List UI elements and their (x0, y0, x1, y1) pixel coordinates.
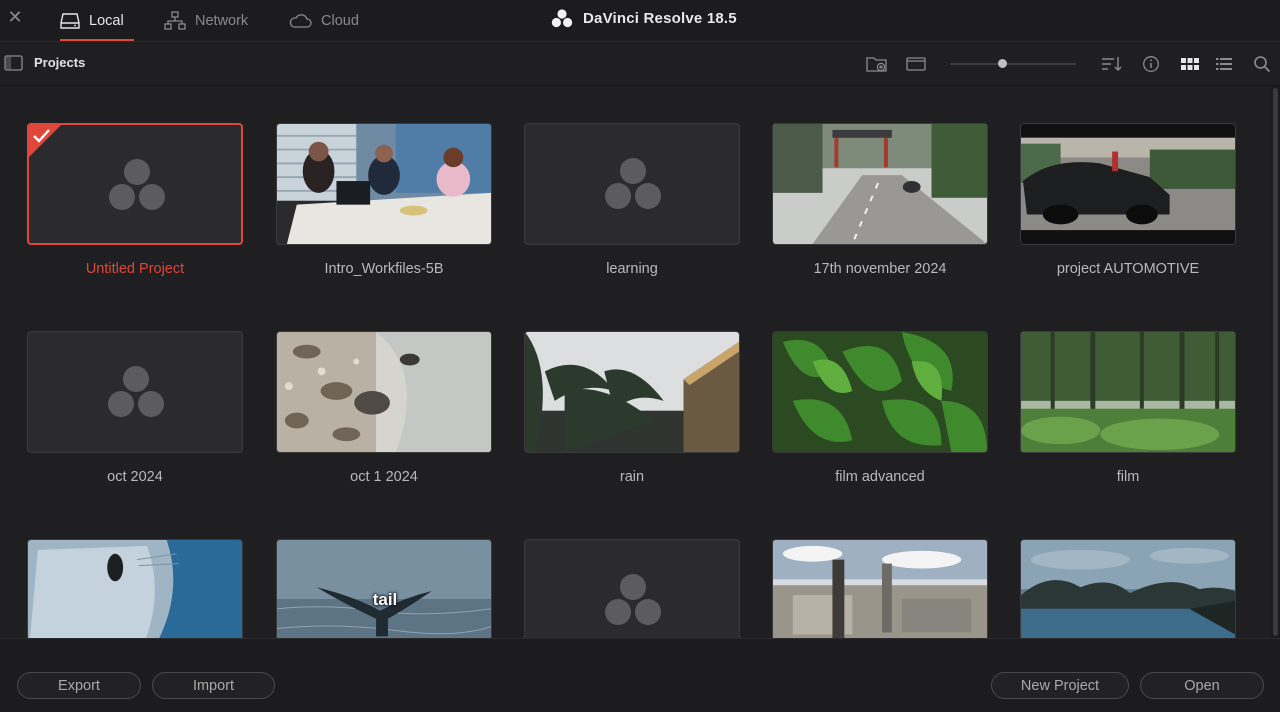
project-thumbnail[interactable] (772, 539, 988, 638)
davinci-logo-icon (551, 9, 573, 28)
grid-view-icon (1181, 58, 1199, 70)
project-thumbnail[interactable] (1020, 123, 1236, 245)
whale-tail-thumbnail-image (277, 540, 491, 638)
open-button[interactable]: Open (1140, 672, 1264, 699)
sort-icon (1102, 57, 1122, 71)
info-icon (1143, 56, 1159, 72)
new-folder-button[interactable] (866, 53, 888, 75)
seal-thumbnail-image (28, 540, 242, 638)
project-name: rain (619, 469, 645, 485)
leaves-thumbnail-image (773, 332, 987, 452)
bay-thumbnail-image (1021, 540, 1235, 638)
cloud-icon (289, 13, 312, 28)
project-name: learning (606, 261, 658, 277)
tab-cloud[interactable]: Cloud (288, 0, 359, 41)
project-name: film (1116, 469, 1140, 485)
selected-check-icon (29, 125, 61, 157)
thumbnail-caption: tail (372, 590, 398, 609)
zoom-slider-handle[interactable] (998, 59, 1007, 68)
street-thumbnail-image (773, 124, 987, 244)
project-thumbnail[interactable] (524, 123, 740, 245)
footer-bar: Export Import New Project Open (0, 638, 1280, 712)
sidebar-toggle-icon[interactable] (4, 55, 24, 71)
scrollbar-thumb[interactable] (1273, 88, 1278, 636)
hard-drive-icon (60, 12, 80, 29)
thumbnail-zoom-slider[interactable] (950, 59, 1076, 68)
project-placeholder-logo-icon (605, 158, 661, 209)
project-thumbnail[interactable] (276, 331, 492, 453)
project-thumbnail[interactable] (524, 539, 740, 638)
project-grid: Untitled Project Intro_Workfiles-5B learni… (0, 86, 1270, 638)
project-thumbnail[interactable] (772, 331, 988, 453)
tab-network[interactable]: Network (164, 0, 248, 41)
tab-label: Network (195, 12, 249, 29)
project-name: project AUTOMOTIVE (1056, 261, 1200, 277)
project-placeholder-logo-icon (605, 574, 661, 625)
network-icon (164, 10, 186, 30)
ruins-thumbnail-image (773, 540, 987, 638)
page-title: Projects (34, 55, 86, 70)
car-thumbnail-image (1021, 124, 1235, 244)
tab-local[interactable]: Local (60, 0, 134, 41)
single-view-icon (906, 57, 926, 71)
import-button[interactable]: Import (152, 672, 275, 699)
new-project-button[interactable]: New Project (991, 672, 1129, 699)
grid-view-button[interactable] (1179, 53, 1201, 75)
single-view-button[interactable] (905, 53, 927, 75)
project-name: 17th november 2024 (813, 261, 947, 277)
project-thumbnail[interactable] (772, 123, 988, 245)
project-name: Intro_Workfiles-5B (324, 261, 444, 277)
project-name: film advanced (835, 469, 925, 485)
project-placeholder-logo-icon (108, 366, 164, 417)
project-thumbnail[interactable] (1020, 539, 1236, 638)
project-thumbnail[interactable] (1020, 331, 1236, 453)
info-button[interactable] (1140, 53, 1162, 75)
palm-trees-thumbnail-image (525, 332, 739, 452)
project-thumbnail[interactable] (27, 539, 243, 638)
project-thumbnail[interactable] (27, 331, 243, 453)
export-button[interactable]: Export (17, 672, 141, 699)
zoom-slider-track (950, 63, 1076, 65)
sort-button[interactable] (1101, 53, 1123, 75)
search-button[interactable] (1251, 53, 1273, 75)
tab-label: Local (89, 12, 124, 29)
project-thumbnail[interactable] (524, 331, 740, 453)
project-name: oct 1 2024 (350, 469, 418, 485)
app-title: DaVinci Resolve 18.5 (551, 0, 737, 36)
list-view-button[interactable] (1213, 53, 1235, 75)
close-icon[interactable]: ✕ (4, 6, 26, 28)
grid-scrollbar[interactable] (1271, 86, 1280, 638)
forest-thumbnail-image (1021, 332, 1235, 452)
app-title-text: DaVinci Resolve 18.5 (583, 9, 737, 27)
project-name: Untitled Project (85, 261, 185, 277)
tab-label: Cloud (321, 12, 359, 29)
list-view-icon (1216, 58, 1232, 70)
search-icon (1254, 56, 1271, 73)
project-thumbnail[interactable]: tail (276, 539, 492, 638)
project-name: oct 2024 (107, 469, 163, 485)
project-toolbar: Projects (0, 42, 1280, 86)
top-bar: ✕ Local Network Cloud DaVinci Resolve 18… (0, 0, 1280, 42)
project-placeholder-logo-icon (109, 159, 165, 210)
project-thumbnail[interactable] (276, 123, 492, 245)
new-folder-icon (866, 57, 887, 72)
meeting-room-thumbnail-image (277, 124, 491, 244)
river-rocks-thumbnail-image (277, 332, 491, 452)
project-thumbnail[interactable] (27, 123, 243, 245)
